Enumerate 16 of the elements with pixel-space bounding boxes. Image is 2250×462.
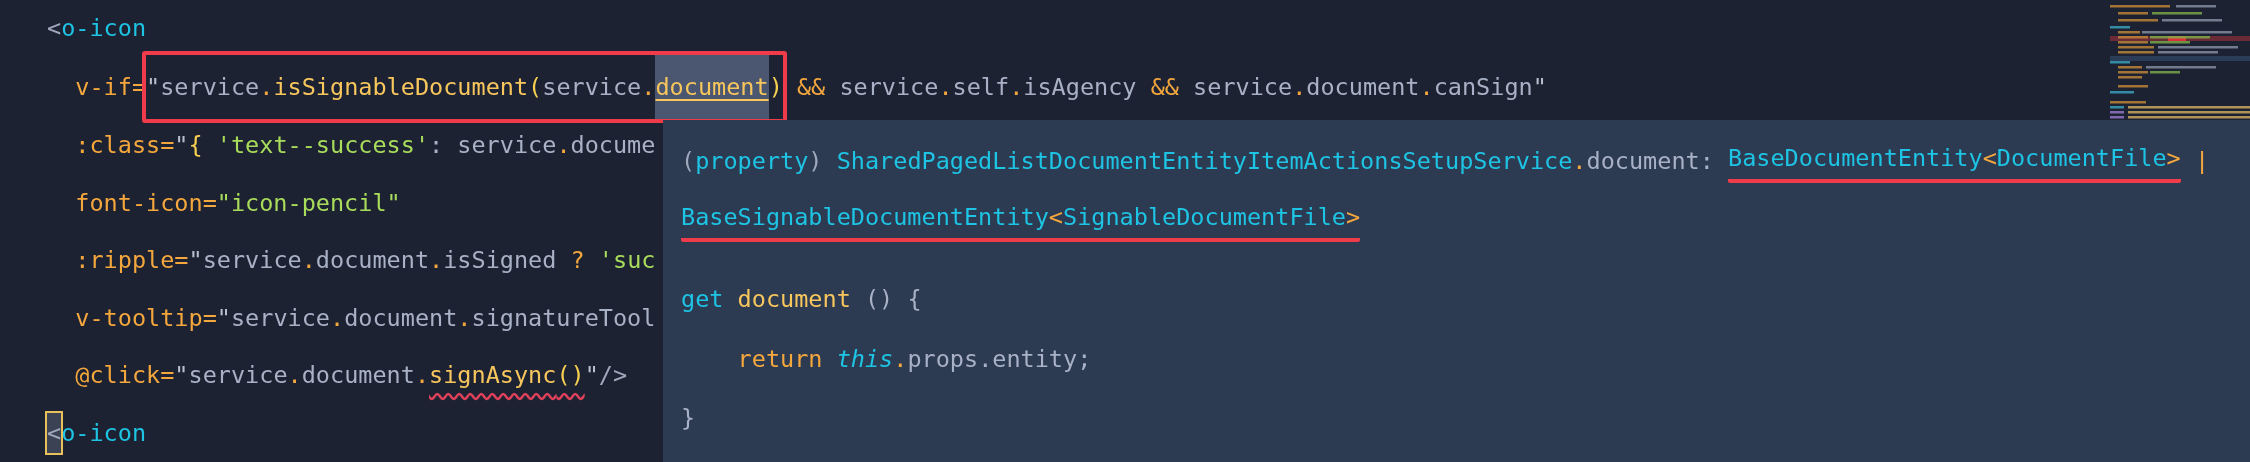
code-text: <o-icon <box>47 413 147 454</box>
highlight-box: "service.isSignableDocument(service.document) <box>142 51 787 124</box>
code-text: :ripple="service.document.isSigned ? 'suc <box>74 245 656 277</box>
code-text: (property) SharedPagedListDocumentEntityItemActionsSetupService.document: <box>681 146 1715 178</box>
underlined-type: BaseDocumentEntity<DocumentFile> <box>1728 140 2181 183</box>
code-text: get document () { <box>681 284 922 316</box>
code-text: @click="service.document.signAsync()"/> <box>74 360 628 392</box>
code-text: && service.self.isAgency && service.document.canSign" <box>795 71 1547 103</box>
code-text: :class="{ 'text--success': service.docume <box>74 130 656 162</box>
code-text: return this.props.entity; <box>736 343 1092 375</box>
code-text: | <box>2193 146 2210 178</box>
code-text: v-tooltip="service.document.signatureTool <box>74 302 656 334</box>
code-text: <o-icon <box>47 13 147 45</box>
underlined-type: BaseSignableDocumentEntity<SignableDocumentFile> <box>681 200 1361 243</box>
code-text: font-icon="icon-pencil" <box>74 187 401 219</box>
code-text: } <box>681 403 696 435</box>
